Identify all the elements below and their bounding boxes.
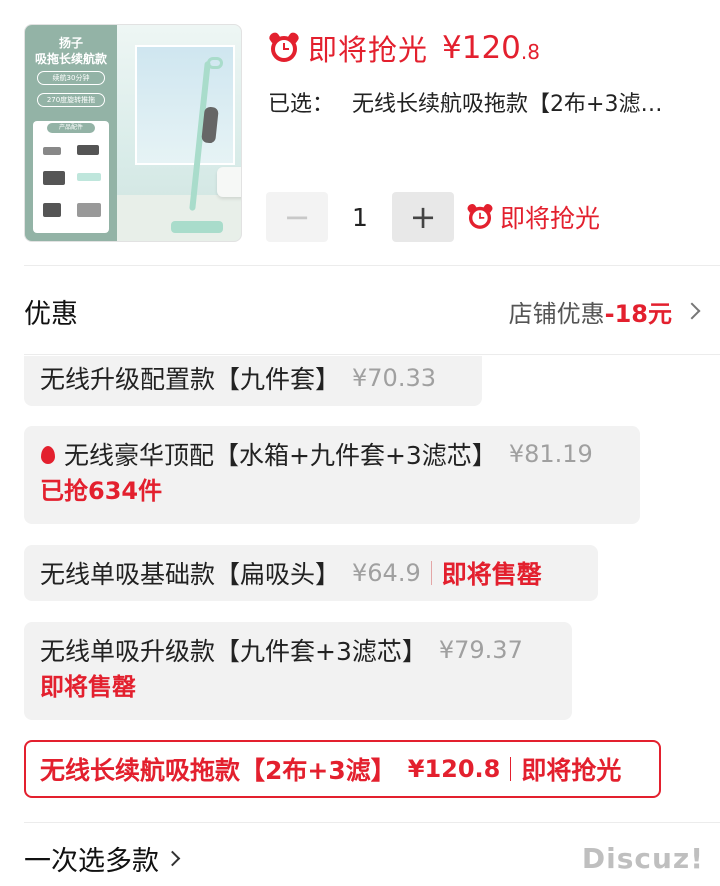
- promo-price-row: 即将抢光 ¥120 .8: [267, 28, 541, 68]
- increase-quantity-button[interactable]: +: [392, 192, 454, 242]
- option-price: ¥81.19: [508, 440, 593, 468]
- thumbnail-vacuum-head: [171, 221, 223, 233]
- thumbnail-vacuum-handle: [207, 57, 223, 69]
- option-item-selected[interactable]: 无线长续航吸拖款【2布+3滤】 ¥120.8 即将抢光: [24, 740, 661, 798]
- chevron-right-icon: [164, 850, 181, 866]
- option-name: 无线长续航吸拖款【2布+3滤】: [40, 756, 396, 785]
- option-price: ¥70.33: [352, 364, 436, 392]
- option-name: 无线单吸升级款【九件套+3滤芯】: [40, 637, 427, 666]
- option-price: ¥79.37: [438, 636, 523, 664]
- thumbnail-pill-rotation: 270度旋转推拖: [37, 93, 105, 107]
- decrease-quantity-button[interactable]: −: [266, 192, 328, 242]
- product-thumbnail[interactable]: 扬子 吸拖长续航款 续航30分钟 270度旋转推拖 产品配件: [24, 24, 242, 242]
- selected-variant: 已选： 无线长续航吸拖款【2布+3滤…: [268, 86, 708, 118]
- option-status: 即将售罄: [441, 560, 542, 589]
- stepper-stock-note: 即将抢光: [464, 199, 600, 235]
- alarm-clock-icon: [466, 202, 494, 230]
- thumbnail-pill-runtime: 续航30分钟: [37, 71, 105, 85]
- option-name: 无线升级配置款【九件套】: [40, 365, 341, 394]
- option-status: 已抢634件: [40, 477, 163, 505]
- thumbnail-parts-title: 产品配件: [47, 123, 95, 133]
- option-price: ¥120.8: [407, 755, 501, 783]
- promo-label: 即将抢光: [308, 33, 429, 67]
- price-cents: .8: [520, 40, 541, 64]
- divider: [24, 354, 720, 355]
- option-status: 即将抢光: [521, 756, 622, 785]
- alarm-clock-icon: [267, 30, 301, 64]
- thumbnail-brand: 扬子 吸拖长续航款: [34, 36, 107, 66]
- option-name: 无线豪华顶配【水箱+九件套+3滤芯】: [64, 441, 497, 470]
- flame-icon: [40, 444, 56, 464]
- multi-select-label: 一次选多款: [24, 845, 159, 877]
- divider: [24, 265, 720, 266]
- quantity-stepper: − 1 + 即将抢光: [266, 192, 600, 242]
- thumbnail-sofa: [217, 167, 241, 197]
- option-item[interactable]: 无线豪华顶配【水箱+九件套+3滤芯】 ¥81.19 已抢634件: [24, 426, 640, 524]
- shop-discount[interactable]: 店铺优惠 -18元: [508, 294, 701, 329]
- thumbnail-floor: [117, 195, 241, 241]
- divider: [24, 822, 720, 823]
- stepper-note-label: 即将抢光: [500, 204, 601, 233]
- chevron-right-icon: [683, 302, 701, 320]
- quantity-value[interactable]: 1: [328, 203, 392, 232]
- discount-row[interactable]: 优惠 店铺优惠 -18元: [24, 288, 701, 334]
- option-price: ¥64.9: [352, 559, 421, 587]
- option-item[interactable]: 无线升级配置款【九件套】 ¥70.33: [24, 356, 482, 406]
- selected-label: 已选：: [268, 92, 335, 117]
- price-main: ¥120: [442, 30, 521, 66]
- discount-title: 优惠: [24, 298, 78, 330]
- separator: [430, 561, 432, 585]
- thumbnail-parts-box: [33, 121, 109, 233]
- multi-select-link[interactable]: 一次选多款: [24, 838, 181, 878]
- shop-discount-amount: -18元: [604, 299, 672, 328]
- watermark: Discuz!: [581, 842, 704, 875]
- selected-value: 无线长续航吸拖款【2布+3滤…: [352, 92, 663, 117]
- option-item[interactable]: 无线单吸升级款【九件套+3滤芯】 ¥79.37 即将售罄: [24, 622, 572, 720]
- option-item[interactable]: 无线单吸基础款【扁吸头】 ¥64.9 即将售罄: [24, 545, 598, 601]
- shop-discount-label: 店铺优惠: [508, 299, 605, 328]
- separator: [510, 757, 512, 781]
- option-status: 即将售罄: [40, 673, 136, 701]
- option-name: 无线单吸基础款【扁吸头】: [40, 560, 341, 589]
